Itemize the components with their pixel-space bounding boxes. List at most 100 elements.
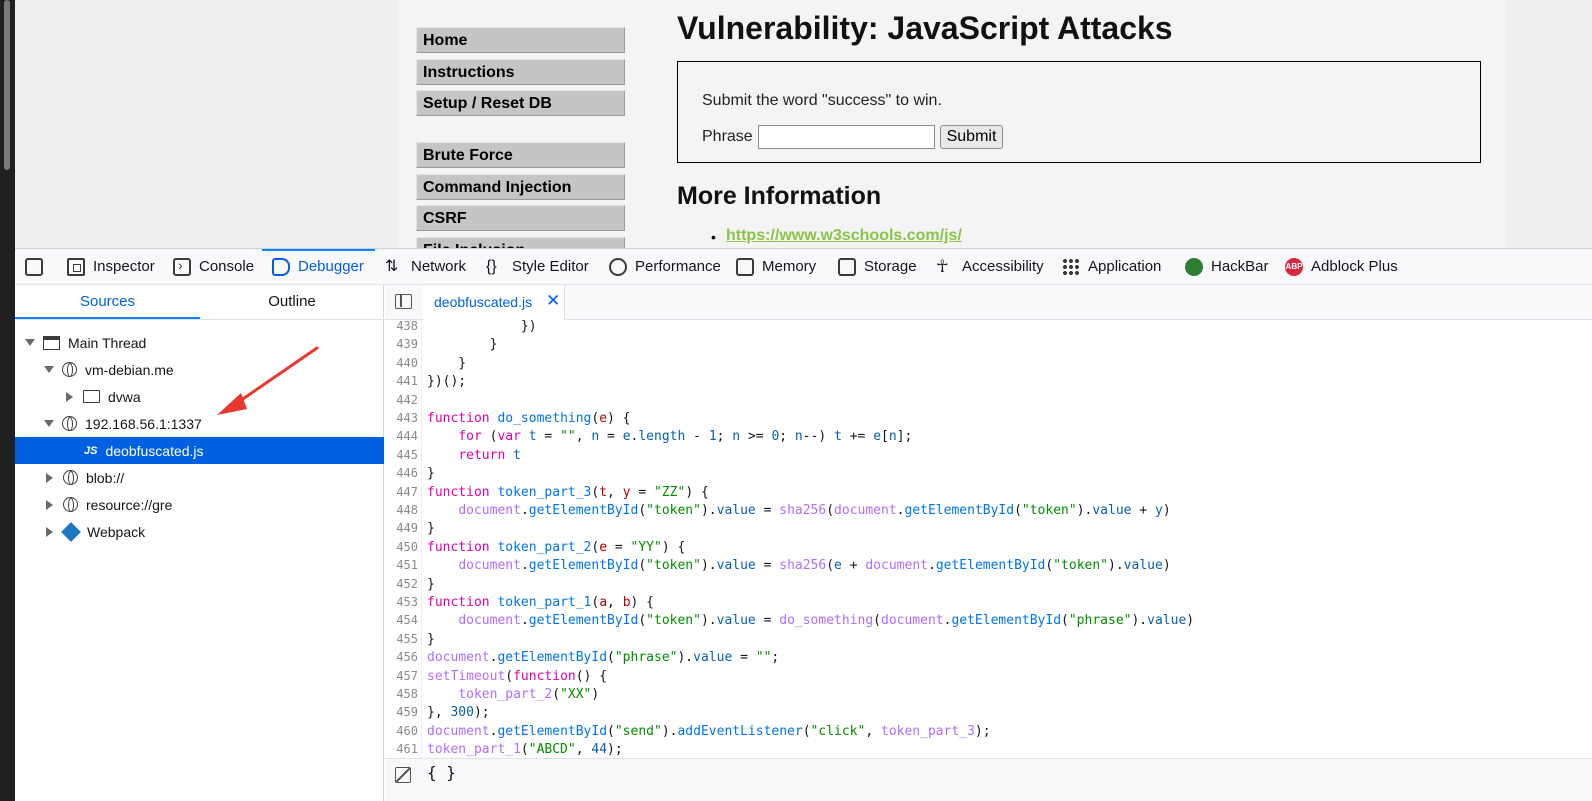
menu-item-instructions[interactable]: Instructions bbox=[416, 59, 625, 85]
code-view[interactable]: 438 }) 439 } 440 } 441})(); 442 443 function d… bbox=[385, 320, 1592, 758]
submit-button[interactable]: Submit bbox=[940, 125, 1003, 149]
tab-style-editor[interactable]: {} Style Editor bbox=[486, 249, 589, 284]
vulnerability-form-box: Submit the word "success" to win. Phrase… bbox=[677, 61, 1481, 163]
code-text: function token_part_2(e = "YY") { bbox=[427, 539, 686, 555]
code-text: token_part_2("XX") bbox=[458, 687, 600, 702]
line-number[interactable]: 438 bbox=[385, 320, 418, 336]
active-tab-indicator bbox=[15, 317, 200, 319]
expand-arrow-icon[interactable] bbox=[44, 366, 54, 373]
menu-item-home[interactable]: Home bbox=[416, 27, 625, 53]
collapse-arrow-icon[interactable] bbox=[66, 391, 73, 402]
line-number[interactable]: 440 bbox=[385, 354, 418, 373]
tree-item-192-168-56-1[interactable]: 192.168.56.1:1337 bbox=[15, 410, 384, 437]
sidebar-tabs: Sources Outline bbox=[15, 285, 384, 320]
line-number[interactable]: 459 bbox=[385, 703, 418, 722]
collapse-arrow-icon[interactable] bbox=[46, 499, 53, 510]
code-text: } bbox=[427, 466, 435, 482]
menu-item-csrf[interactable]: CSRF bbox=[416, 205, 625, 231]
tab-accessibility[interactable]: ☥ Accessibility bbox=[936, 249, 1044, 284]
line-number[interactable]: 458 bbox=[385, 685, 418, 704]
tab-hackbar[interactable]: HackBar bbox=[1185, 249, 1269, 284]
collapse-arrow-icon[interactable] bbox=[46, 472, 53, 483]
line-number[interactable]: 442 bbox=[385, 391, 418, 410]
line-number[interactable]: 439 bbox=[385, 335, 418, 354]
webpack-icon bbox=[61, 521, 81, 542]
tree-item-resource-gre[interactable]: resource://gre bbox=[15, 491, 384, 518]
tree-item-deobfuscated-js[interactable]: JS deobfuscated.js bbox=[15, 437, 384, 464]
code-line: 448 document.getElementById("token").val… bbox=[385, 501, 1592, 520]
phrase-input[interactable] bbox=[758, 125, 935, 149]
folder-icon bbox=[83, 390, 100, 403]
tree-item-blob[interactable]: blob:// bbox=[15, 464, 384, 491]
code-line: 455} bbox=[385, 630, 1592, 649]
tab-adblock-plus[interactable]: ABP Adblock Plus bbox=[1285, 249, 1398, 284]
tree-item-vm-debian[interactable]: vm-debian.me bbox=[15, 356, 384, 383]
tab-storage[interactable]: Storage bbox=[838, 249, 917, 284]
code-line: 450 function token_part_2(e = "YY") { bbox=[385, 538, 1592, 557]
tab-network[interactable]: ⇅ Network bbox=[385, 249, 466, 284]
code-line: 447 function token_part_3(t, y = "ZZ") { bbox=[385, 483, 1592, 502]
tree-item-main-thread[interactable]: Main Thread bbox=[15, 329, 384, 356]
toggle-sidebar-icon[interactable] bbox=[395, 294, 412, 309]
menu-item-brute-force[interactable]: Brute Force bbox=[416, 142, 625, 168]
line-number[interactable]: 448 bbox=[385, 501, 418, 520]
line-number[interactable]: 457 bbox=[385, 667, 418, 686]
code-text: }, 300); bbox=[427, 705, 490, 721]
line-number[interactable]: 441 bbox=[385, 372, 418, 391]
tab-memory[interactable]: Memory bbox=[736, 249, 816, 284]
line-number[interactable]: 455 bbox=[385, 630, 418, 649]
expand-arrow-icon[interactable] bbox=[25, 339, 35, 346]
line-number[interactable]: 453 bbox=[385, 593, 418, 612]
line-number[interactable]: 450 bbox=[385, 538, 418, 557]
menu-item-file-inclusion[interactable]: File Inclusion bbox=[416, 237, 625, 248]
menu-item-command-injection[interactable]: Command Injection bbox=[416, 174, 625, 200]
globe-icon bbox=[63, 497, 78, 512]
network-icon: ⇅ bbox=[385, 257, 399, 275]
tab-debugger[interactable]: Debugger bbox=[272, 249, 364, 284]
tree-item-dvwa[interactable]: dvwa bbox=[15, 383, 384, 410]
tab-label: Performance bbox=[635, 258, 721, 275]
line-number[interactable]: 445 bbox=[385, 446, 418, 465]
code-text: return t bbox=[458, 447, 521, 463]
tab-inspector[interactable]: Inspector bbox=[67, 249, 155, 284]
line-number[interactable]: 460 bbox=[385, 722, 418, 741]
code-text: for (var t = "", n = e.length - 1; n >= … bbox=[458, 429, 913, 445]
tree-item-label: 192.168.56.1:1337 bbox=[85, 415, 202, 432]
menu-item-setup-reset-db[interactable]: Setup / Reset DB bbox=[416, 90, 625, 116]
line-number[interactable]: 456 bbox=[385, 648, 418, 667]
tab-label: Adblock Plus bbox=[1311, 258, 1398, 275]
line-number[interactable]: 446 bbox=[385, 464, 418, 483]
code-line: 449} bbox=[385, 519, 1592, 538]
line-number[interactable]: 461 bbox=[385, 740, 418, 758]
line-number[interactable]: 452 bbox=[385, 575, 418, 594]
tab-performance[interactable]: Performance bbox=[609, 249, 721, 284]
tab-application[interactable]: Application bbox=[1062, 249, 1161, 284]
collapse-arrow-icon[interactable] bbox=[46, 526, 53, 537]
file-tab-deobfuscated-js[interactable]: deobfuscated.js ✕ bbox=[423, 285, 565, 320]
code-line: 439 } bbox=[385, 335, 1592, 354]
tab-console[interactable]: Console bbox=[173, 249, 254, 284]
tab-sources[interactable]: Sources bbox=[15, 285, 200, 320]
list-bullet: • bbox=[711, 229, 716, 245]
tree-item-webpack[interactable]: Webpack bbox=[15, 518, 384, 545]
page-title: Vulnerability: JavaScript Attacks bbox=[677, 10, 1173, 46]
code-text: } bbox=[427, 355, 467, 371]
code-text: } bbox=[427, 631, 435, 647]
element-picker-button[interactable] bbox=[25, 249, 43, 284]
more-information-heading: More Information bbox=[677, 182, 882, 210]
line-number[interactable]: 454 bbox=[385, 611, 418, 630]
line-number[interactable]: 449 bbox=[385, 519, 418, 538]
line-number[interactable]: 451 bbox=[385, 556, 418, 575]
devtools-panel: Inspector Console Debugger ⇅ Network {} … bbox=[15, 248, 1592, 801]
line-number[interactable]: 447 bbox=[385, 483, 418, 502]
pretty-print-icon[interactable] bbox=[395, 767, 411, 783]
line-number[interactable]: 443 bbox=[385, 409, 418, 428]
vertical-scrollbar-thumb[interactable] bbox=[4, 0, 10, 170]
code-text: } bbox=[427, 337, 498, 353]
close-icon[interactable]: ✕ bbox=[546, 291, 560, 311]
line-number[interactable]: 444 bbox=[385, 427, 418, 446]
w3schools-link[interactable]: https://www.w3schools.com/js/ bbox=[726, 227, 962, 245]
code-text: document.getElementById("token").value =… bbox=[458, 558, 1171, 574]
tab-outline[interactable]: Outline bbox=[200, 285, 384, 320]
expand-arrow-icon[interactable] bbox=[44, 420, 54, 427]
